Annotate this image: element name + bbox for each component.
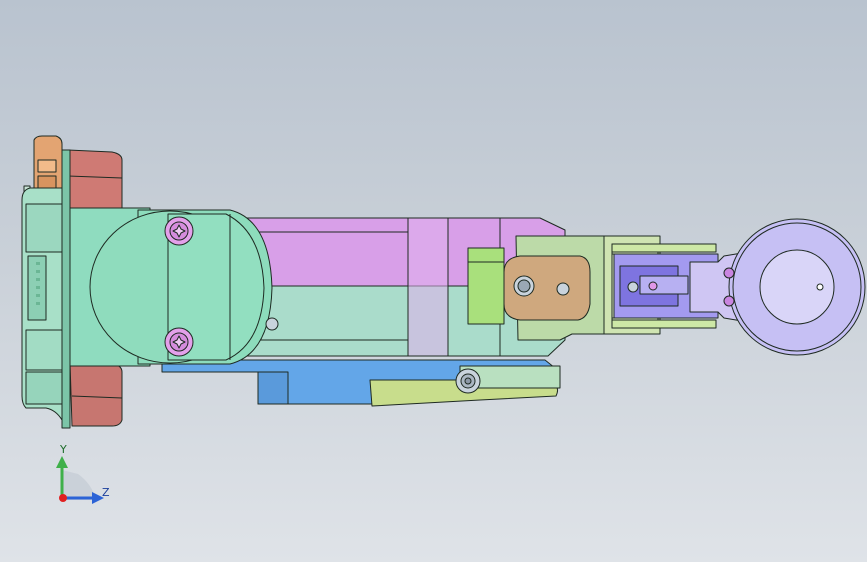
view-orientation-triad [56, 456, 104, 504]
x-axis-dot [59, 494, 67, 502]
triad-y-label: Y [60, 443, 67, 456]
cad-viewport[interactable]: Y Z [0, 0, 867, 562]
triad-z-label: Z [102, 486, 110, 499]
